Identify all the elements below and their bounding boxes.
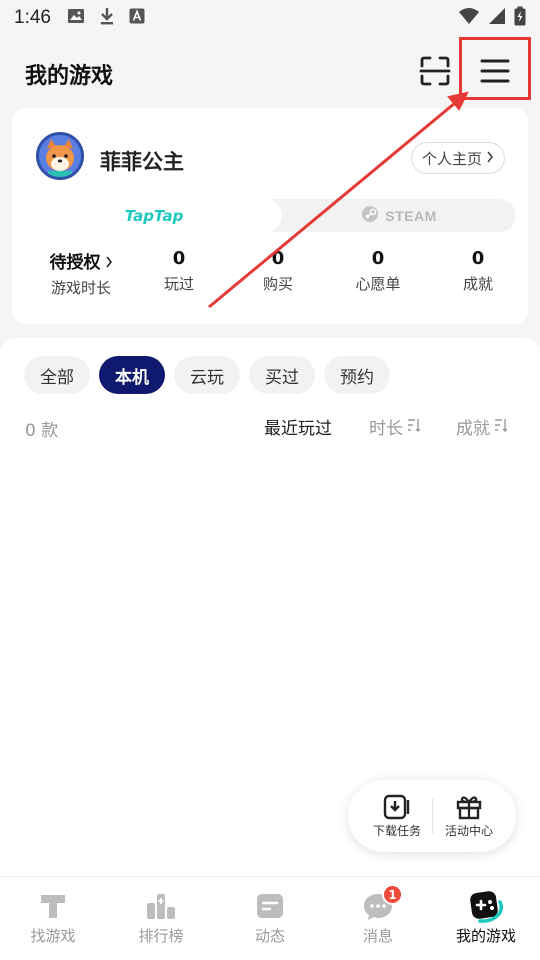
battery-icon xyxy=(514,6,526,31)
stat-purchased-label: 购买 xyxy=(262,275,293,293)
homepage-button-label: 个人主页 xyxy=(422,149,483,168)
platform-switch: TapTap STEAM xyxy=(26,199,516,232)
stat-played-value: 0 xyxy=(172,248,186,269)
stat-wishlist[interactable]: 0 心愿单 xyxy=(348,248,408,294)
image-icon xyxy=(67,8,85,29)
platform-tab-steam[interactable]: STEAM xyxy=(282,199,516,232)
sort-achievements-label: 成就 xyxy=(456,419,490,439)
chevron-right-icon xyxy=(105,256,112,268)
status-time: 1:46 xyxy=(14,7,51,28)
nav-find-games[interactable]: 找游戏 xyxy=(13,887,93,946)
gamepad-icon xyxy=(470,891,504,923)
page-title: 我的游戏 xyxy=(25,64,114,89)
username: 菲菲公主 xyxy=(100,150,184,174)
stat-playtime-value: 待授权 xyxy=(44,248,118,273)
nav-my-games[interactable]: 我的游戏 xyxy=(446,887,526,946)
nav-rankings-label: 排行榜 xyxy=(138,927,184,945)
stat-played-label: 玩过 xyxy=(163,275,194,293)
download-tasks-label: 下载任务 xyxy=(372,824,421,838)
feed-icon xyxy=(257,894,283,918)
stat-purchased-value: 0 xyxy=(271,248,285,269)
stat-wishlist-label: 心愿单 xyxy=(355,275,401,293)
shiba-avatar-icon xyxy=(39,135,81,177)
nav-feed-label: 动态 xyxy=(254,927,285,945)
divider xyxy=(432,798,433,834)
activity-center-button[interactable]: 活动中心 xyxy=(434,792,504,839)
scan-button[interactable] xyxy=(418,56,452,90)
tap-logo-icon xyxy=(41,895,65,918)
app-notification-icon xyxy=(129,8,145,29)
ranking-icon xyxy=(147,894,175,919)
filter-chip-all[interactable]: 全部 xyxy=(24,356,90,394)
bottom-nav: 找游戏 排行榜 动态 1 消息 我的游戏 xyxy=(0,876,540,960)
chevron-right-icon xyxy=(486,149,494,167)
stat-achievements-value: 0 xyxy=(471,248,485,269)
filter-chip-local[interactable]: 本机 xyxy=(99,356,165,394)
steam-label: STEAM xyxy=(385,207,437,224)
taptap-logo: TapTap xyxy=(124,206,184,225)
sort-order-icon xyxy=(407,417,421,437)
sort-recent-label: 最近玩过 xyxy=(264,419,332,439)
signal-icon xyxy=(488,7,506,30)
profile-card: 菲菲公主 个人主页 TapTap STEAM 待授权 游戏时长 0 玩过 0 购… xyxy=(12,108,528,324)
filter-chip-bought[interactable]: 买过 xyxy=(249,356,315,394)
activity-center-label: 活动中心 xyxy=(444,824,493,838)
nav-messages-label: 消息 xyxy=(362,927,393,945)
steam-icon xyxy=(361,205,379,226)
download-tasks-button[interactable]: 下载任务 xyxy=(362,792,432,839)
filter-chip-cloud[interactable]: 云玩 xyxy=(174,356,240,394)
download-icon xyxy=(383,794,410,820)
filter-chip-reserved[interactable]: 预约 xyxy=(324,356,390,394)
filter-chips: 全部 本机 云玩 买过 预约 xyxy=(24,356,390,394)
scan-icon xyxy=(419,55,451,91)
nav-rankings[interactable]: 排行榜 xyxy=(121,887,201,946)
sort-order-icon xyxy=(494,417,508,437)
sort-achievements[interactable]: 成就 xyxy=(456,414,508,439)
nav-messages[interactable]: 1 消息 xyxy=(338,884,418,946)
stat-purchased[interactable]: 0 购买 xyxy=(248,248,308,294)
stat-wishlist-value: 0 xyxy=(371,248,385,269)
stat-played[interactable]: 0 玩过 xyxy=(149,248,209,294)
floating-actions: 下载任务 活动中心 xyxy=(348,780,516,852)
annotation-highlight-box xyxy=(459,37,531,100)
stat-playtime-label: 游戏时长 xyxy=(50,279,111,297)
gift-icon xyxy=(456,796,482,820)
stat-achievements-label: 成就 xyxy=(462,275,493,293)
nav-my-games-label: 我的游戏 xyxy=(455,927,516,945)
games-count: 0 款 xyxy=(25,421,59,441)
download-status-icon xyxy=(99,7,115,30)
sort-recent[interactable]: 最近玩过 xyxy=(264,414,332,439)
sort-playtime[interactable]: 时长 xyxy=(369,414,421,439)
avatar[interactable] xyxy=(36,132,84,180)
platform-tab-taptap[interactable]: TapTap xyxy=(26,199,282,232)
message-badge: 1 xyxy=(382,884,403,905)
nav-find-games-label: 找游戏 xyxy=(30,927,76,945)
sort-playtime-label: 时长 xyxy=(369,419,403,439)
stat-playtime[interactable]: 待授权 游戏时长 xyxy=(44,248,118,298)
status-bar: 1:46 xyxy=(0,0,540,36)
wifi-icon xyxy=(458,7,480,30)
nav-feed[interactable]: 动态 xyxy=(230,887,310,946)
stat-achievements[interactable]: 0 成就 xyxy=(448,248,508,294)
homepage-button[interactable]: 个人主页 xyxy=(411,142,506,174)
